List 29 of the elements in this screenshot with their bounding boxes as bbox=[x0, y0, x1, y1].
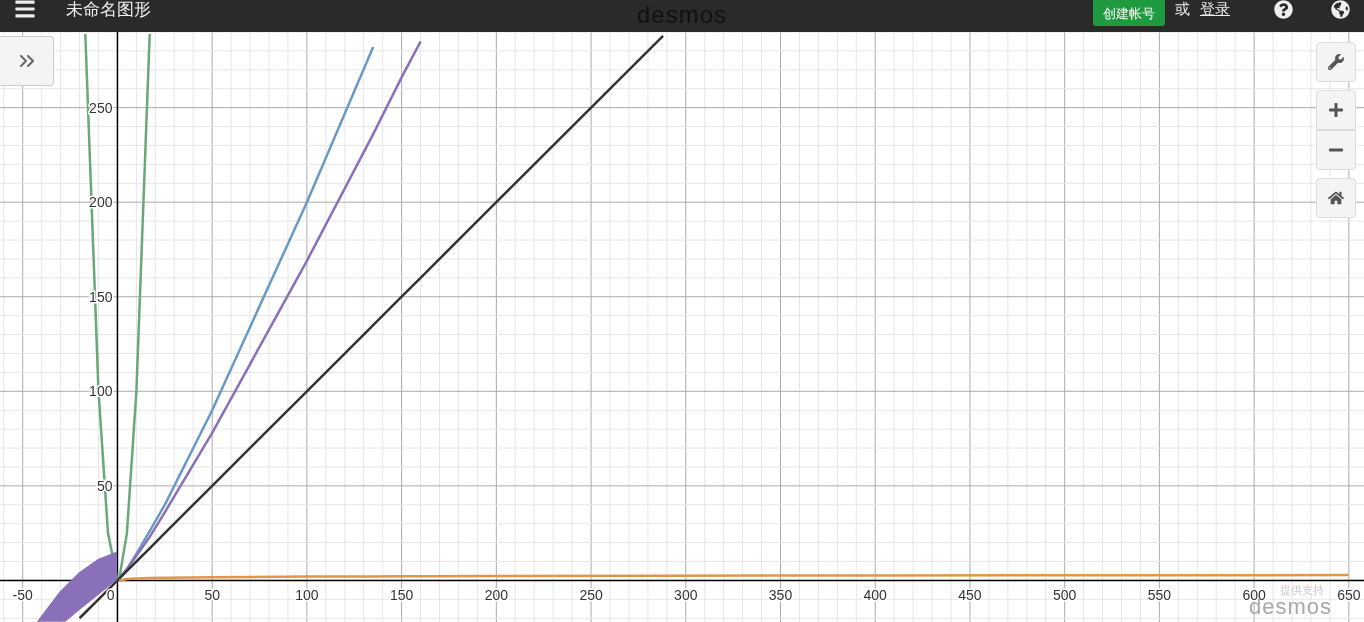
help-icon[interactable] bbox=[1274, 0, 1293, 19]
tick-label: 200 bbox=[484, 587, 508, 604]
tick-label: 450 bbox=[958, 587, 982, 604]
tick-label: -50 bbox=[12, 587, 33, 604]
login-link[interactable]: 登录 bbox=[1200, 0, 1230, 19]
graph-title[interactable]: 未命名图形 bbox=[66, 0, 151, 21]
globe-icon[interactable] bbox=[1331, 0, 1350, 19]
wrench-icon bbox=[1328, 54, 1344, 70]
tick-label: 150 bbox=[389, 587, 414, 604]
expand-button[interactable] bbox=[0, 36, 54, 86]
tick-label: 250 bbox=[579, 587, 603, 604]
tick-label: 0 bbox=[106, 587, 115, 604]
tick-label: 350 bbox=[768, 587, 793, 604]
zoom-in-button[interactable] bbox=[1316, 90, 1356, 130]
tick-label: 300 bbox=[674, 587, 698, 604]
tick-label: 650 bbox=[1337, 587, 1361, 604]
tick-label: 550 bbox=[1147, 587, 1172, 604]
create-account-button[interactable]: 创建帐号 bbox=[1093, 0, 1165, 26]
or-text: 或 bbox=[1175, 0, 1190, 19]
settings-button[interactable] bbox=[1316, 42, 1356, 82]
tick-label: 100 bbox=[295, 587, 319, 604]
tick-label: 50 bbox=[204, 587, 220, 604]
plus-icon bbox=[1328, 102, 1344, 118]
tick-label: 250 bbox=[89, 99, 113, 116]
tick-label: 400 bbox=[863, 587, 887, 604]
home-icon bbox=[1328, 190, 1344, 206]
home-button[interactable] bbox=[1316, 178, 1356, 218]
menu-icon[interactable] bbox=[14, 0, 36, 20]
tick-label: 500 bbox=[1053, 587, 1077, 604]
